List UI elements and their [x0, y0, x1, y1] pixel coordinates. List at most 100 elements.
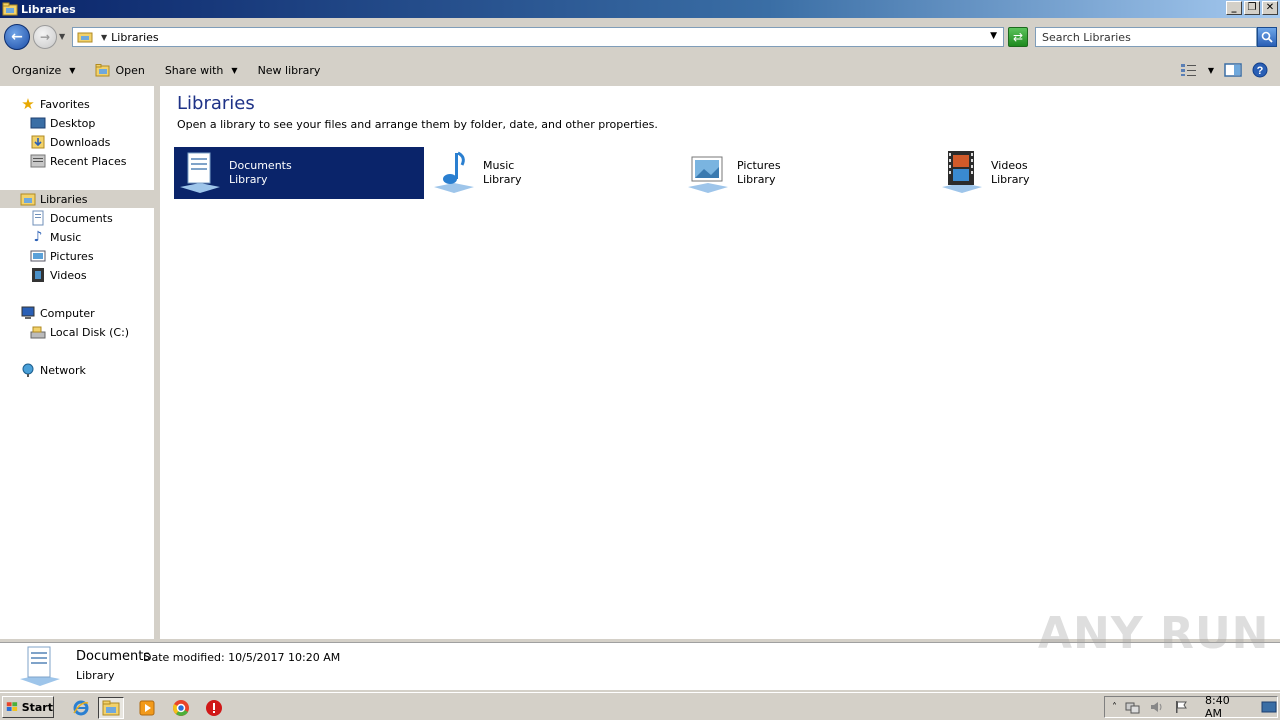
show-hidden-icons-icon[interactable]: ˄ — [1112, 702, 1117, 713]
address-history-dropdown[interactable]: ▼ — [990, 31, 997, 41]
media-player-icon — [139, 700, 155, 716]
breadcrumb-chevron-icon[interactable]: ▼ — [101, 33, 107, 42]
library-music-type: Library — [483, 173, 522, 186]
videos-icon — [32, 268, 44, 282]
taskbar: Start ˄ 8:40 AM — [0, 692, 1280, 720]
nav-network[interactable]: Network — [20, 361, 86, 379]
library-videos-type: Library — [991, 173, 1030, 186]
share-with-button[interactable]: Share with ▼ — [153, 59, 246, 81]
nav-recent-places-label: Recent Places — [50, 154, 127, 168]
libraries-folder-icon — [77, 32, 93, 43]
close-button[interactable]: ✕ — [1262, 1, 1278, 15]
nav-downloads-label: Downloads — [50, 135, 111, 149]
chevron-down-icon: ▼ — [69, 65, 76, 75]
anyrun-watermark: ANY RUN — [1038, 608, 1270, 659]
taskbar-internet-explorer[interactable] — [68, 697, 94, 719]
view-options-dropdown[interactable]: ▼ — [1208, 66, 1214, 75]
new-library-button[interactable]: New library — [246, 59, 329, 81]
taskbar-media-player[interactable] — [134, 697, 160, 719]
open-button[interactable]: Open — [83, 59, 152, 81]
music-library-icon — [434, 151, 474, 193]
network-icon — [22, 363, 34, 377]
show-desktop-icon[interactable] — [1261, 700, 1277, 714]
library-videos-name: Videos — [991, 159, 1028, 172]
search-button[interactable] — [1257, 27, 1277, 47]
nav-desktop[interactable]: Desktop — [30, 114, 95, 132]
page-subtitle: Open a library to see your files and arr… — [177, 118, 658, 131]
hard-drive-icon — [30, 326, 46, 339]
library-pictures[interactable]: Pictures Library — [682, 147, 932, 199]
red-alert-icon — [206, 700, 222, 716]
organize-button[interactable]: Organize ▼ — [0, 59, 83, 81]
clock[interactable]: 8:40 AM — [1205, 694, 1247, 720]
recent-pages-dropdown[interactable]: ▼ — [59, 32, 65, 41]
minimize-button[interactable]: _ — [1226, 1, 1242, 15]
taskbar-windows-explorer[interactable] — [98, 697, 124, 719]
forward-button[interactable]: → — [33, 25, 57, 49]
navigation-pane: ★ Favorites Desktop Downloads Recent Pla… — [0, 86, 157, 639]
details-item-name: Documents — [76, 649, 151, 664]
libraries-folder-icon — [2, 2, 18, 16]
nav-videos[interactable]: Videos — [30, 266, 87, 284]
nav-libraries[interactable]: Libraries — [0, 190, 157, 208]
nav-desktop-label: Desktop — [50, 116, 96, 130]
library-music[interactable]: Music Library — [428, 147, 678, 199]
arrow-left-icon: ← — [11, 29, 23, 45]
nav-documents-label: Documents — [50, 211, 113, 225]
nav-music[interactable]: ♪ Music — [30, 228, 82, 246]
documents-library-icon — [20, 646, 60, 686]
library-pictures-type: Library — [737, 173, 776, 186]
computer-icon — [21, 306, 35, 319]
action-center-flag-icon[interactable] — [1173, 700, 1189, 714]
library-videos[interactable]: Videos Library — [936, 147, 1186, 199]
nav-local-disk[interactable]: Local Disk (C:) — [30, 323, 129, 341]
system-tray: ˄ 8:40 AM — [1104, 694, 1278, 720]
maximize-button[interactable]: ❐ — [1244, 1, 1260, 15]
network-status-icon[interactable] — [1125, 700, 1141, 714]
desktop-icon — [30, 117, 46, 129]
arrow-right-icon: → — [39, 30, 51, 44]
star-icon: ★ — [21, 95, 35, 113]
nav-recent-places[interactable]: Recent Places — [30, 152, 127, 170]
windows-logo-icon — [6, 702, 18, 711]
svg-text:?: ? — [1257, 65, 1264, 77]
downloads-icon — [31, 135, 45, 149]
music-note-icon: ♪ — [33, 229, 43, 245]
library-documents-type: Library — [229, 173, 268, 186]
nav-favorites[interactable]: ★ Favorites — [20, 95, 89, 113]
details-date-modified: Date modified: 10/5/2017 10:20 AM — [143, 651, 341, 664]
breadcrumb-libraries[interactable]: Libraries — [111, 31, 159, 44]
volume-icon[interactable] — [1149, 700, 1165, 714]
search-icon — [1261, 31, 1273, 43]
search-input[interactable]: Search Libraries — [1035, 27, 1257, 47]
nav-pictures[interactable]: Pictures — [30, 247, 94, 265]
nav-computer[interactable]: Computer — [20, 304, 95, 322]
pictures-library-icon — [688, 156, 728, 193]
organize-label: Organize — [12, 63, 62, 77]
taskbar-alert-app[interactable] — [201, 697, 227, 719]
refresh-button[interactable]: ⇄ — [1008, 27, 1028, 47]
page-title: Libraries — [177, 93, 255, 114]
nav-computer-label: Computer — [40, 306, 95, 320]
back-button[interactable]: ← — [4, 24, 30, 50]
address-bar[interactable]: ▼ Libraries ▼ — [72, 27, 1004, 47]
nav-downloads[interactable]: Downloads — [30, 133, 110, 151]
pictures-icon — [30, 250, 46, 262]
change-view-icon[interactable] — [1180, 63, 1198, 77]
library-documents[interactable]: Documents Library — [174, 147, 424, 199]
start-button[interactable]: Start — [2, 696, 54, 718]
content-pane: Libraries Open a library to see your fil… — [160, 86, 1280, 639]
open-label: Open — [115, 63, 145, 77]
details-item-type: Library — [76, 669, 115, 682]
refresh-icon: ⇄ — [1012, 30, 1024, 44]
help-icon[interactable]: ? — [1252, 62, 1268, 78]
command-bar: Organize ▼ Open Share with ▼ New library… — [0, 56, 1280, 84]
nav-local-disk-label: Local Disk (C:) — [50, 325, 130, 339]
preview-pane-icon[interactable] — [1224, 63, 1242, 77]
nav-documents[interactable]: Documents — [30, 209, 113, 227]
chrome-icon — [173, 700, 189, 716]
title-bar: Libraries _ ❐ ✕ — [0, 0, 1280, 18]
taskbar-chrome[interactable] — [168, 697, 194, 719]
open-folder-icon — [95, 63, 110, 76]
libraries-folder-icon — [20, 193, 36, 206]
